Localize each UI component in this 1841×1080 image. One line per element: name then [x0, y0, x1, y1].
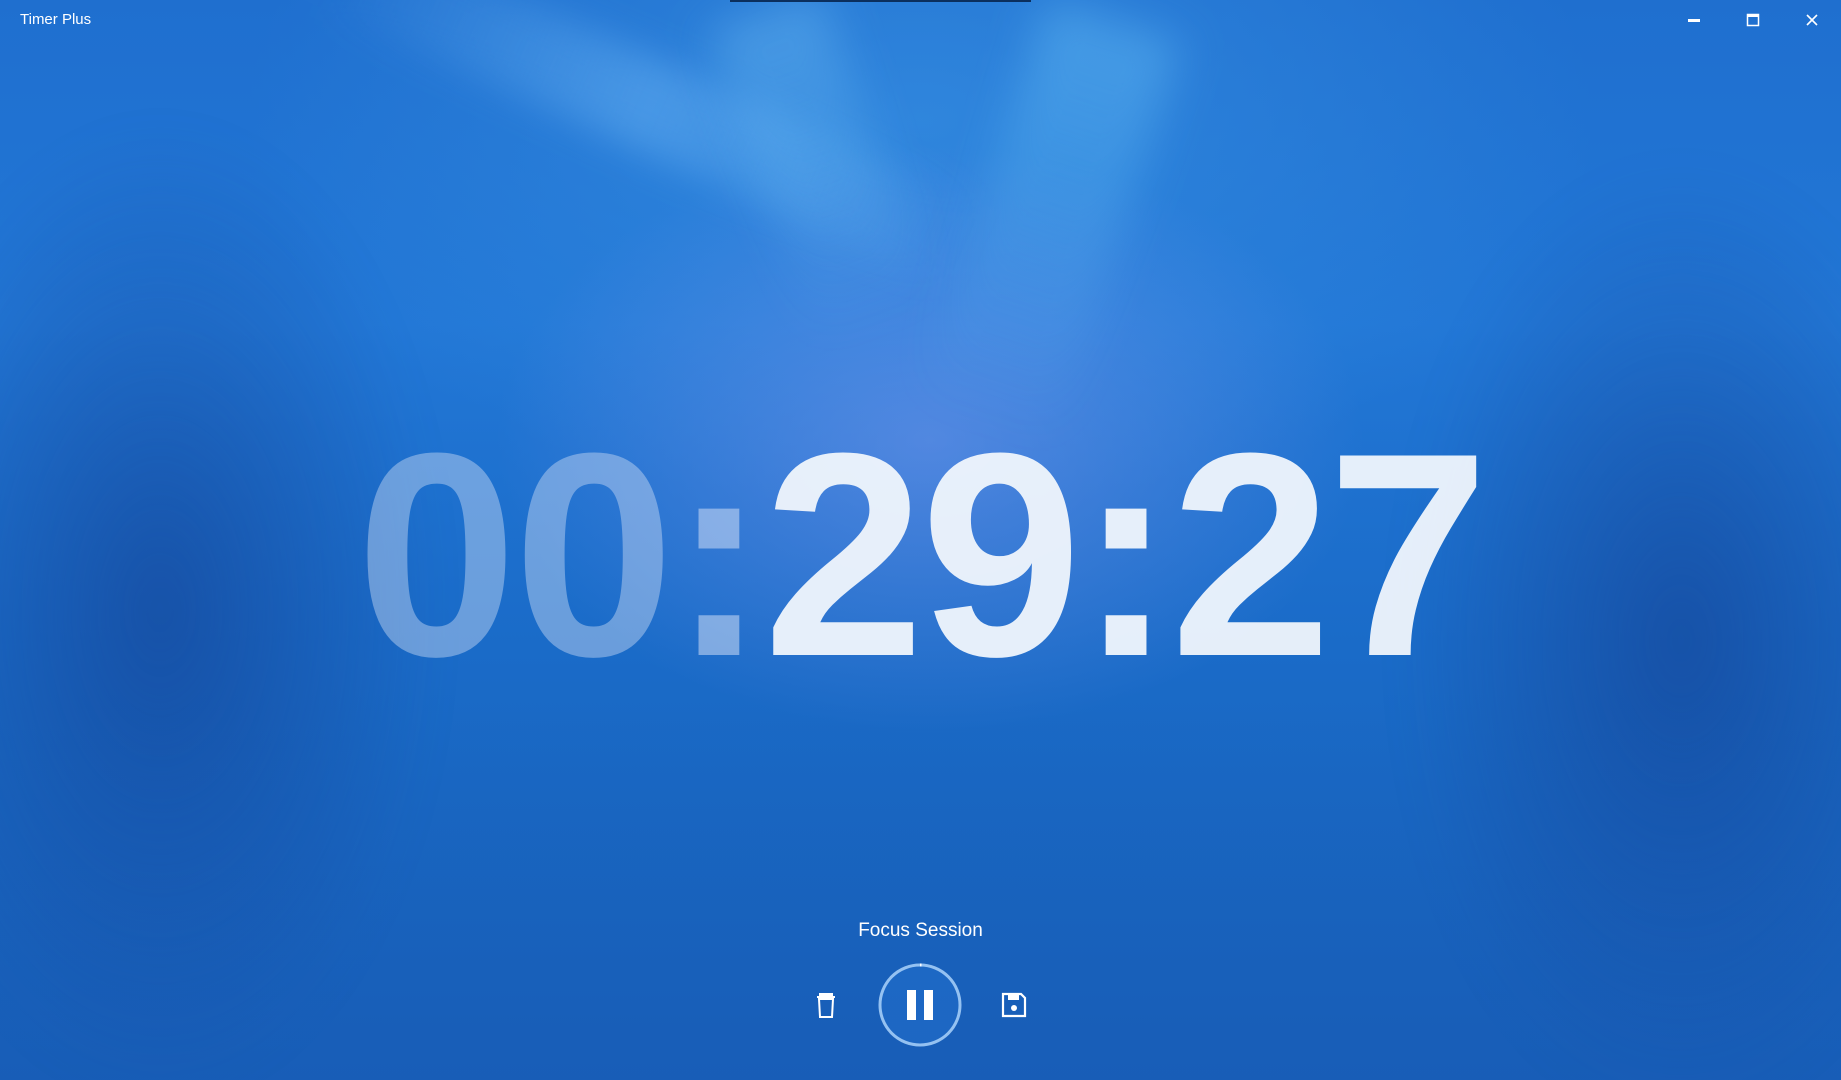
- close-icon: [1806, 14, 1818, 26]
- trash-icon: [817, 993, 835, 1018]
- delete-button[interactable]: [806, 985, 846, 1025]
- pause-button[interactable]: [877, 962, 963, 1048]
- maximize-icon: [1746, 13, 1760, 27]
- save-button[interactable]: [994, 985, 1034, 1025]
- save-icon: [1001, 992, 1027, 1018]
- timer-separator: :: [670, 393, 768, 717]
- timer-hours: 00: [356, 393, 675, 717]
- close-button[interactable]: [1783, 0, 1841, 40]
- app-title: Timer Plus: [20, 11, 92, 28]
- minimize-icon: [1688, 19, 1700, 22]
- maximize-button[interactable]: [1724, 0, 1782, 40]
- title-bar[interactable]: Timer Plus: [0, 0, 1841, 40]
- timer-seconds: 27: [1170, 393, 1489, 717]
- timer-separator: :: [1077, 393, 1175, 717]
- timer-minutes: 29: [763, 393, 1082, 717]
- top-indicator: [730, 0, 1031, 2]
- timer-display: 00:29:27: [0, 410, 1841, 700]
- minimize-button[interactable]: [1665, 0, 1723, 40]
- pause-icon: [878, 963, 962, 1047]
- timer-app-window: Timer Plus 00:29:27 Focus Session: [0, 0, 1841, 1080]
- session-label: Focus Session: [858, 920, 983, 941]
